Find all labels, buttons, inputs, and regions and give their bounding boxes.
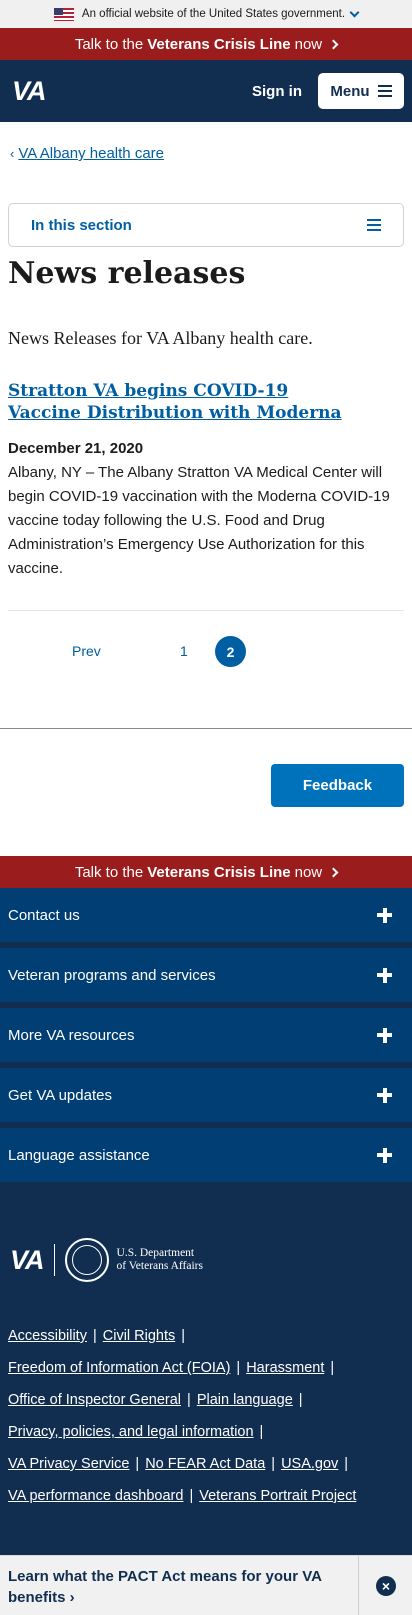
plus-icon [377, 1027, 392, 1043]
accordion-more-resources[interactable]: More VA resources [0, 1008, 412, 1062]
chevron-right-icon [328, 39, 339, 49]
plus-icon [377, 907, 392, 923]
menu-label: Menu [330, 82, 370, 100]
article-summary: Albany, NY – The Albany Stratton VA Medi… [8, 464, 390, 577]
breadcrumb: ‹ VA Albany health care [10, 145, 164, 162]
accordion-label: Contact us [8, 906, 80, 924]
section-rule [0, 728, 412, 729]
va-logo[interactable]: VA [12, 76, 47, 107]
footer-link[interactable]: VA Privacy Service [8, 1456, 129, 1472]
footer-link[interactable]: USA.gov [281, 1456, 338, 1472]
page-title: News releases [8, 256, 246, 291]
accordion-label: Get VA updates [8, 1086, 112, 1104]
plus-icon [377, 1087, 392, 1103]
section-nav-label: In this section [31, 216, 132, 234]
sign-in-link[interactable]: Sign in [252, 83, 302, 100]
pagination-page-1[interactable]: 1 [180, 643, 188, 659]
crisis-prefix: Talk to the [74, 35, 144, 53]
footer-link[interactable]: Civil Rights [103, 1328, 176, 1344]
chevron-left-icon: ‹ [10, 146, 15, 161]
gov-banner-text: An official website of the United States… [81, 8, 346, 20]
footer-link[interactable]: Privacy, policies, and legal information [8, 1424, 254, 1440]
accordion-label: Veteran programs and services [8, 966, 216, 984]
footer-link[interactable]: No FEAR Act Data [145, 1456, 265, 1472]
in-this-section-button[interactable]: In this section [8, 203, 404, 247]
crisis-bold: Veterans Crisis Line [147, 863, 291, 881]
accordion-contact-us[interactable]: Contact us [0, 888, 412, 942]
crisis-bold: Veterans Crisis Line [147, 35, 291, 53]
crisis-line-bar[interactable]: Talk to the Veterans Crisis Line now [0, 28, 412, 60]
va-seal-icon [64, 1238, 109, 1282]
article-title-link[interactable]: Stratton VA begins COVID-19 Vaccine Dist… [8, 380, 348, 424]
footer-link[interactable]: Veterans Portrait Project [199, 1488, 356, 1504]
breadcrumb-link[interactable]: VA Albany health care [18, 145, 164, 162]
divider [8, 610, 404, 611]
accordion-veteran-programs[interactable]: Veteran programs and services [0, 948, 412, 1002]
us-flag-icon [53, 7, 74, 21]
crisis-suffix: now [294, 35, 323, 53]
footer-link[interactable]: Harassment [246, 1360, 324, 1376]
crisis-suffix: now [294, 863, 323, 881]
hamburger-icon [367, 219, 381, 231]
chevron-right-icon [328, 867, 339, 877]
pagination-prev[interactable]: Prev [72, 643, 101, 659]
gov-banner[interactable]: An official website of the United States… [0, 0, 412, 28]
footer-link[interactable]: VA performance dashboard [8, 1488, 183, 1504]
accordion-language-assistance[interactable]: Language assistance [0, 1128, 412, 1182]
chevron-down-icon [349, 7, 360, 17]
close-icon[interactable]: × [376, 1576, 396, 1596]
footer-links: Accessibility | Civil Rights | Freedom of I… [8, 1328, 357, 1504]
footer-link[interactable]: Accessibility [8, 1328, 87, 1344]
pagination-page-2-current[interactable]: 2 [215, 636, 246, 667]
crisis-prefix: Talk to the [74, 863, 144, 881]
footer-link[interactable]: Plain language [197, 1392, 293, 1408]
menu-button[interactable]: Menu [318, 73, 404, 109]
feedback-button[interactable]: Feedback [271, 764, 404, 807]
plus-icon [377, 1147, 392, 1163]
accordion-get-updates[interactable]: Get VA updates [0, 1068, 412, 1122]
footer-crisis-line-bar[interactable]: Talk to the Veterans Crisis Line now [0, 856, 412, 888]
site-header: VA Sign in Menu [0, 60, 412, 122]
footer-va-logo[interactable]: VA U.S. Department of Veterans Affairs [10, 1238, 203, 1282]
pagination: Prev 1 2 [0, 636, 412, 668]
plus-icon [377, 967, 392, 983]
footer-link[interactable]: Freedom of Information Act (FOIA) [8, 1360, 230, 1376]
accordion-label: Language assistance [8, 1146, 150, 1164]
article-date: December 21, 2020 [8, 440, 144, 457]
pact-act-link[interactable]: Learn what the PACT Act means for your V… [8, 1566, 338, 1608]
footer-link[interactable]: Office of Inspector General [8, 1392, 181, 1408]
pact-act-banner: Learn what the PACT Act means for your V… [0, 1555, 412, 1615]
department-name: U.S. Department of Veterans Affairs [116, 1247, 203, 1272]
page-intro: News Releases for VA Albany health care. [8, 328, 313, 348]
va-logo: VA [10, 1244, 45, 1275]
accordion-label: More VA resources [8, 1026, 135, 1044]
hamburger-icon [377, 85, 392, 97]
